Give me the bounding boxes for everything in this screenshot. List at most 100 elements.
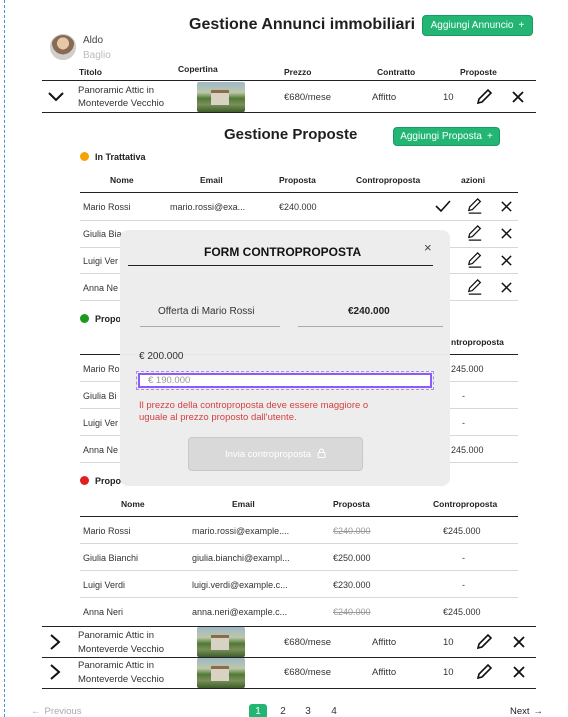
avatar[interactable]	[50, 34, 76, 60]
divider	[42, 112, 536, 113]
listing-contract: Affitto	[372, 92, 397, 103]
page-1[interactable]: 1	[249, 704, 267, 717]
listing-contract: Affitto	[372, 637, 397, 648]
proposal-email: giulia.bianchi@exampl...	[192, 553, 290, 563]
page-3[interactable]: 3	[299, 704, 317, 717]
listing-title-line2: Monteverde Vecchio	[78, 644, 165, 655]
page-4[interactable]: 4	[325, 704, 343, 717]
col-title: Titolo	[79, 67, 102, 77]
submit-counter-proposal-button[interactable]: Invia controproposta	[188, 437, 363, 471]
listing-contract: Affitto	[372, 667, 397, 678]
proposals-title: Gestione Proposte	[224, 126, 358, 143]
proposal-name: Giulia Bianchi	[83, 553, 139, 563]
offer-value: €240.000	[348, 306, 390, 317]
proposal-name: Giulia Bi	[83, 391, 117, 401]
add-listing-label: Aggiungi Annuncio	[430, 20, 514, 31]
proposal-offer: €240.000	[279, 202, 317, 212]
edit-icon[interactable]	[474, 87, 494, 107]
col-proposals: Proposte	[460, 67, 497, 77]
status-label: Propo	[95, 476, 121, 486]
proposal-offer: €240.000	[333, 607, 371, 617]
page-title: Gestione Annunci immobiliari	[189, 16, 416, 33]
col-offer: Proposta	[333, 499, 370, 509]
divider	[140, 326, 280, 327]
proposal-name: Luigi Verdi	[83, 580, 126, 590]
user-name: Aldo	[83, 35, 104, 46]
proposal-name: Anna Ne	[83, 283, 119, 293]
proposal-name: Anna Ne	[83, 445, 119, 455]
page-2[interactable]: 2	[274, 704, 292, 717]
col-email: Email	[200, 175, 223, 185]
next-button[interactable]: Next →	[510, 706, 543, 717]
listing-cover-image	[197, 627, 245, 657]
proposal-counter: €245.000	[443, 526, 481, 536]
status-dot-green	[80, 314, 89, 323]
listing-cover-image	[197, 82, 245, 112]
reject-icon[interactable]	[498, 252, 514, 268]
proposal-counter: 245.000	[451, 364, 484, 374]
listing-price: €680/mese	[284, 92, 332, 103]
divider	[80, 570, 518, 571]
add-proposal-button[interactable]: Aggiungi Proposta +	[393, 127, 500, 146]
add-listing-button[interactable]: Aggiungi Annuncio +	[422, 15, 533, 36]
chevron-down-icon[interactable]	[46, 89, 66, 105]
col-contract: Contratto	[377, 67, 416, 77]
proposal-name: Mario Rossi	[83, 202, 131, 212]
proposal-offer: €230.000	[333, 580, 371, 590]
status-dot-orange	[80, 152, 89, 161]
next-label: Next	[510, 706, 530, 717]
col-name: Nome	[121, 499, 145, 509]
status-label: Propo	[95, 314, 121, 324]
col-counter: Controproposta	[356, 175, 421, 185]
reject-icon[interactable]	[498, 279, 514, 295]
edit-icon[interactable]	[466, 224, 484, 242]
lock-icon	[317, 448, 326, 461]
counter-proposal-input[interactable]	[136, 371, 434, 390]
add-proposal-label: Aggiungi Proposta	[400, 131, 482, 142]
col-offer: Proposta	[279, 175, 316, 185]
chevron-right-icon[interactable]	[48, 663, 62, 681]
delete-icon[interactable]	[510, 663, 528, 681]
col-price: Prezzo	[284, 67, 312, 77]
listing-price: €680/mese	[284, 637, 332, 648]
edit-icon[interactable]	[474, 632, 494, 652]
edit-icon[interactable]	[466, 197, 484, 215]
listing-title-line2: Monteverde Vecchio	[78, 98, 165, 109]
plus-icon: +	[518, 20, 525, 31]
proposal-offer: €240.000	[333, 526, 371, 536]
proposal-counter: -	[462, 553, 465, 563]
previous-button[interactable]: ← Previous	[31, 706, 81, 717]
accept-check-icon[interactable]	[434, 199, 452, 213]
proposal-email: luigi.verdi@example.c...	[192, 580, 288, 590]
arrow-right-icon: →	[533, 706, 544, 717]
edit-icon[interactable]	[474, 662, 494, 682]
previous-label: Previous	[44, 706, 82, 717]
edit-icon[interactable]	[466, 251, 484, 269]
proposal-name: Luigi Ver	[83, 418, 119, 428]
listing-title-line1: Panoramic Attic in	[78, 85, 155, 96]
divider	[42, 688, 536, 689]
offer-label: Offerta di Mario Rossi	[158, 306, 255, 317]
modal-title-underline	[128, 265, 433, 266]
close-icon[interactable]: ×	[424, 240, 432, 255]
edit-icon[interactable]	[466, 278, 484, 296]
plus-icon: +	[486, 131, 493, 142]
proposal-name: Mario Rossi	[83, 526, 131, 536]
page-left-guide	[4, 0, 5, 717]
divider	[80, 192, 518, 193]
delete-icon[interactable]	[510, 633, 528, 651]
proposal-counter: 245.000	[451, 445, 484, 455]
proposal-counter: -	[462, 418, 465, 428]
proposal-email: anna.neri@example.c...	[192, 607, 288, 617]
proposal-name: Anna Neri	[83, 607, 124, 617]
reject-icon[interactable]	[498, 198, 514, 214]
divider	[80, 516, 518, 517]
chevron-right-icon[interactable]	[48, 633, 62, 651]
proposal-counter: -	[462, 391, 465, 401]
delete-icon[interactable]	[509, 88, 527, 106]
reject-icon[interactable]	[498, 225, 514, 241]
user-surname: Baglio	[83, 50, 111, 61]
status-label: In Trattativa	[95, 152, 146, 162]
divider	[42, 657, 536, 658]
listing-proposals-count: 10	[443, 92, 454, 103]
